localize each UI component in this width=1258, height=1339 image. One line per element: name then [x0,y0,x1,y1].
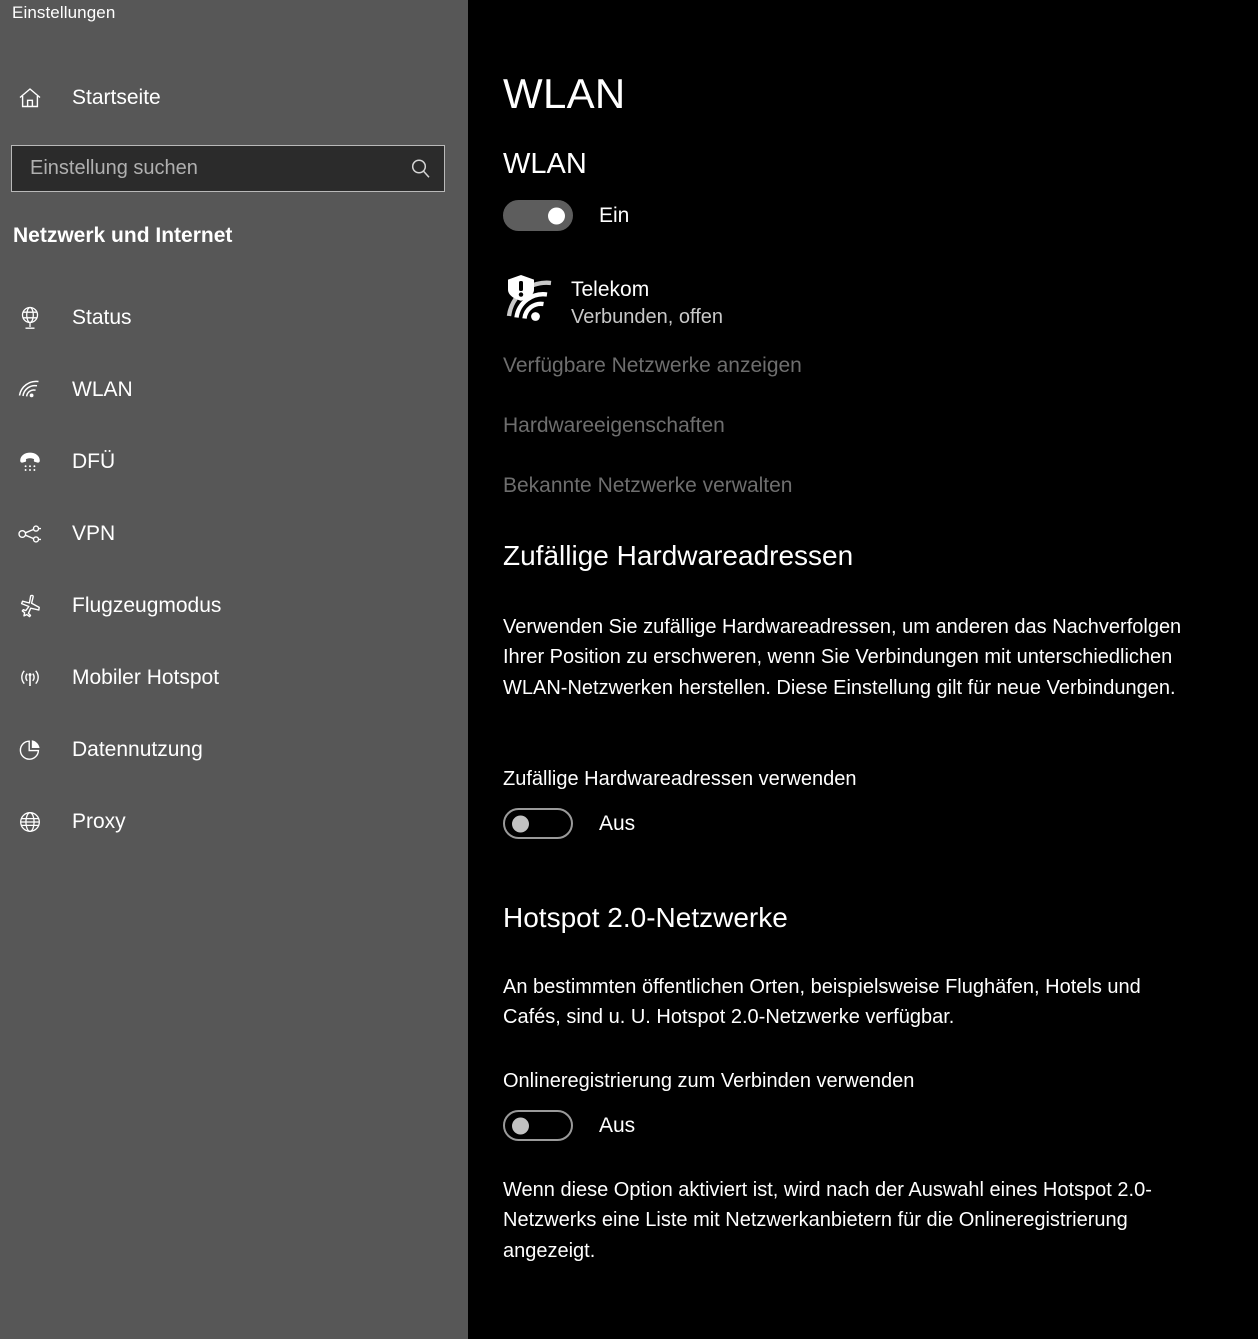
sidebar-item-status-label: Status [72,306,132,329]
search-box[interactable] [11,145,445,192]
sidebar-item-wlan[interactable]: WLAN [0,354,468,426]
search-icon[interactable] [398,156,444,182]
link-show-available-networks[interactable]: Verfügbare Netzwerke anzeigen [503,354,802,378]
wlan-section-heading: WLAN [503,148,587,180]
wlan-toggle[interactable] [503,200,573,231]
random-hardware-addresses-toggle-state: Aus [599,811,636,835]
sidebar-item-home[interactable]: Startseite [0,78,468,118]
network-text: Telekom Verbunden, offen [571,272,723,331]
hotspot20-online-signup-toggle-knob [512,1117,529,1134]
wlan-toggle-knob [548,207,565,224]
wifi-warning-shield-icon [503,272,559,328]
random-hardware-addresses-toggle-row: Aus [503,808,635,839]
sidebar-item-status[interactable]: Status [0,282,468,354]
globe-network-icon [13,304,47,332]
pie-chart-icon [13,736,47,764]
sidebar-item-flugzeugmodus[interactable]: Flugzeugmodus [0,570,468,642]
sidebar-item-datennutzung[interactable]: Datennutzung [0,714,468,786]
sidebar-item-wlan-label: WLAN [72,378,133,401]
sidebar-item-dfu-label: DFÜ [72,450,116,473]
random-hardware-addresses-label: Zufällige Hardwareadressen verwenden [503,768,857,790]
globe-icon [13,808,47,836]
sidebar-item-proxy-label: Proxy [72,810,126,833]
phone-dialup-icon [13,448,47,476]
sidebar-item-flugzeugmodus-label: Flugzeugmodus [72,594,222,617]
random-hardware-addresses-heading: Zufällige Hardwareadressen [503,540,854,571]
sidebar-nav-list: Status WLAN DFÜ VPN Flugzeugmodus Mobile… [0,282,468,858]
sidebar-category-heading: Netzwerk und Internet [13,224,233,247]
sidebar-item-mobiler-hotspot[interactable]: Mobiler Hotspot [0,642,468,714]
hotspot-broadcast-icon [13,664,47,692]
sidebar-item-vpn-label: VPN [72,522,116,545]
app-title: Einstellungen [12,3,116,22]
wifi-icon [13,376,47,404]
sidebar-item-proxy[interactable]: Proxy [0,786,468,858]
hotspot20-online-signup-label: Onlineregistrierung zum Verbinden verwen… [503,1070,915,1092]
hotspot20-description: An bestimmten öffentlichen Orten, beispi… [503,976,1141,1029]
main-content: WLAN WLAN Ein Telekom Verbunden, offen V… [468,0,1258,1339]
random-hardware-addresses-toggle-knob [512,815,529,832]
sidebar-item-home-label: Startseite [72,86,161,109]
connected-network[interactable]: Telekom Verbunden, offen [503,272,723,331]
link-manage-known-networks[interactable]: Bekannte Netzwerke verwalten [503,474,792,498]
vpn-key-icon [13,520,47,548]
hotspot20-heading: Hotspot 2.0-Netzwerke [503,902,788,933]
sidebar-item-mobiler-hotspot-label: Mobiler Hotspot [72,666,220,689]
hotspot20-online-signup-toggle-row: Aus [503,1110,635,1141]
page-title: WLAN [503,70,626,117]
network-name: Telekom [571,278,650,301]
random-hardware-addresses-description: Verwenden Sie zufällige Hardwareadressen… [503,616,1182,699]
link-hardware-properties[interactable]: Hardwareeigenschaften [503,414,725,438]
search-input[interactable] [12,156,398,181]
wlan-toggle-state: Ein [599,203,630,227]
hotspot20-online-signup-toggle-state: Aus [599,1113,636,1137]
sidebar-item-vpn[interactable]: VPN [0,498,468,570]
sidebar-item-dfu[interactable]: DFÜ [0,426,468,498]
hotspot20-online-signup-toggle[interactable] [503,1110,573,1141]
network-status: Verbunden, offen [571,306,723,329]
hotspot20-footnote: Wenn diese Option aktiviert ist, wird na… [503,1179,1152,1262]
airplane-icon [13,592,47,620]
random-hardware-addresses-toggle[interactable] [503,808,573,839]
wlan-toggle-row: Ein [503,200,629,231]
home-icon [13,85,47,111]
sidebar-item-datennutzung-label: Datennutzung [72,738,203,761]
settings-window: Einstellungen Startseite Netzwerk und In… [0,0,1258,1339]
sidebar: Einstellungen Startseite Netzwerk und In… [0,0,468,1339]
